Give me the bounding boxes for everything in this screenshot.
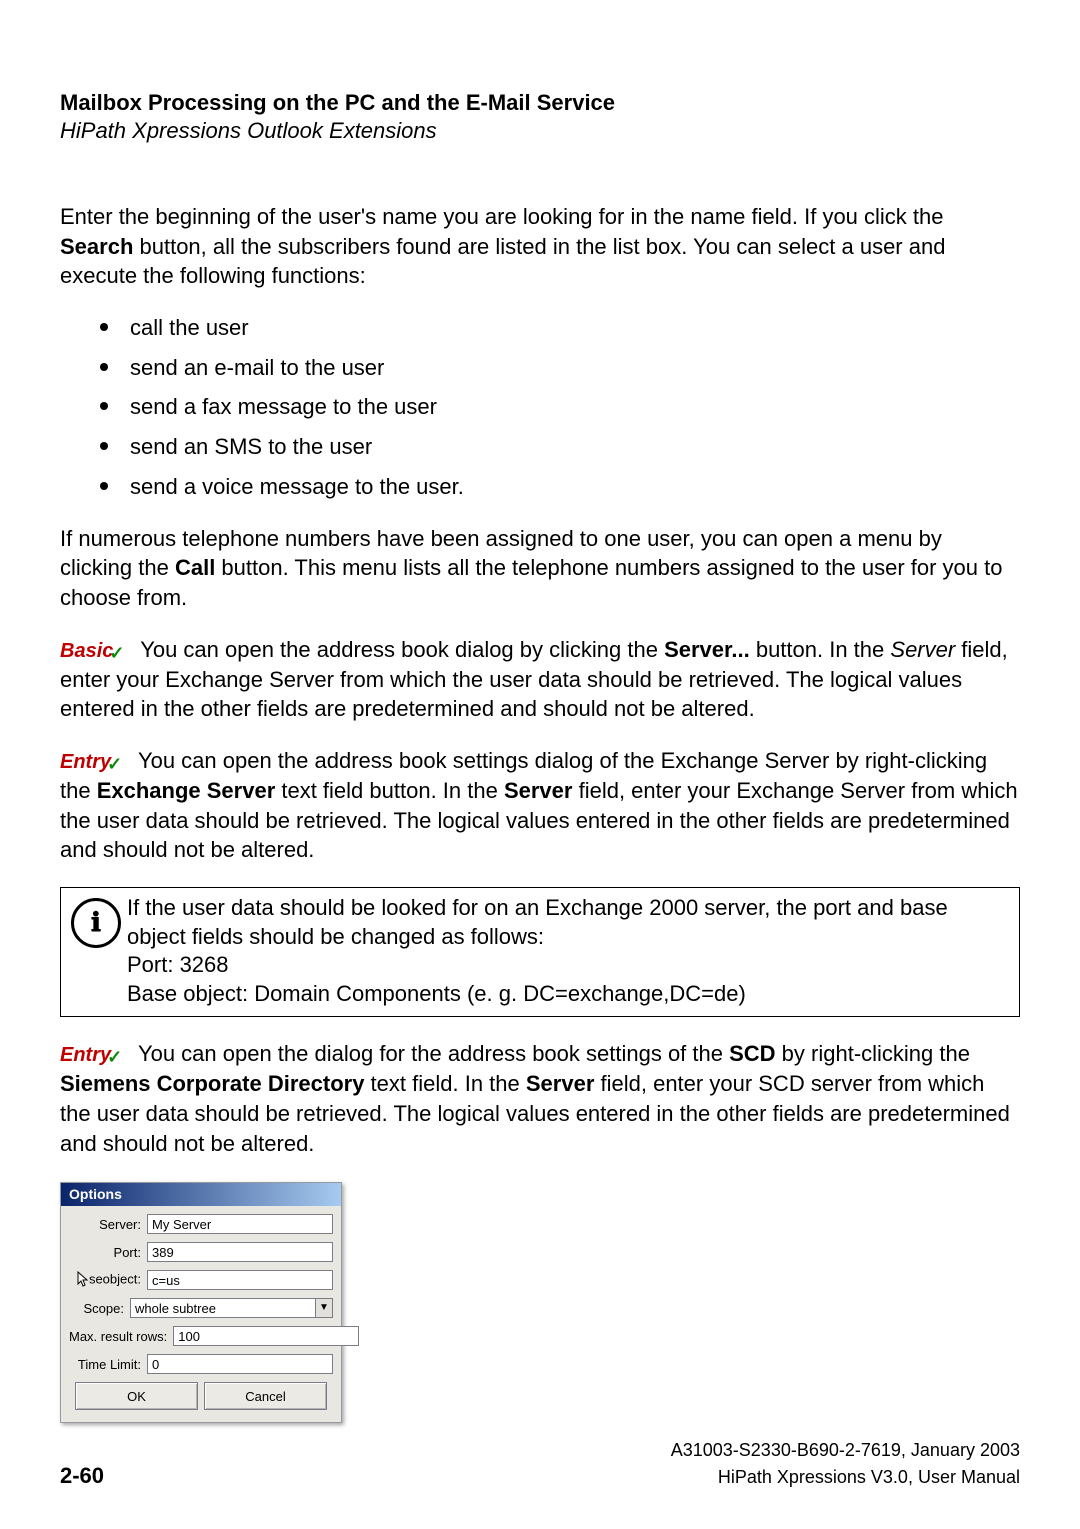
- call-paragraph: If numerous telephone numbers have been …: [60, 524, 1020, 613]
- text: You can open the address book dialog by …: [140, 637, 664, 662]
- list-item: send an SMS to the user: [60, 432, 1020, 462]
- text: by right-clicking the: [776, 1041, 970, 1066]
- check-icon: ✓: [107, 1047, 122, 1067]
- port-input[interactable]: [147, 1242, 333, 1262]
- text: button. In the: [750, 637, 891, 662]
- note-line: Base object: Domain Components (e. g. DC…: [127, 980, 1009, 1009]
- chevron-down-icon[interactable]: ▼: [315, 1298, 333, 1318]
- note-line: Port: 3268: [127, 951, 1009, 980]
- italic-server: Server: [890, 637, 955, 662]
- server-label: Server:: [69, 1217, 147, 1232]
- list-item: send an e-mail to the user: [60, 353, 1020, 383]
- section-heading: Mailbox Processing on the PC and the E-M…: [60, 90, 1020, 116]
- bold-scd-dir: Siemens Corporate Directory: [60, 1071, 364, 1096]
- page-number: 2-60: [60, 1463, 104, 1489]
- page-footer: A31003-S2330-B690-2-7619, January 2003 2…: [60, 1440, 1020, 1489]
- list-item: send a voice message to the user.: [60, 472, 1020, 502]
- maxrows-input[interactable]: [173, 1326, 359, 1346]
- text: Enter the beginning of the user's name y…: [60, 204, 944, 229]
- basic-paragraph: Basic✓ You can open the address book dia…: [60, 635, 1020, 724]
- dialog-title: Options: [61, 1183, 341, 1206]
- bold-search: Search: [60, 234, 133, 259]
- entry-paragraph-1: Entry✓ You can open the address book set…: [60, 746, 1020, 865]
- server-input[interactable]: [147, 1214, 333, 1234]
- bold-server-field: Server: [504, 778, 573, 803]
- check-icon: ✓: [109, 643, 124, 663]
- baseobject-label-text: seobject:: [89, 1272, 141, 1287]
- scope-select[interactable]: ▼: [130, 1298, 333, 1318]
- text: text field. In the: [364, 1071, 525, 1096]
- note-line: If the user data should be looked for on…: [127, 894, 1009, 951]
- entry-tag-icon: Entry✓: [60, 1042, 126, 1069]
- section-subheading: HiPath Xpressions Outlook Extensions: [60, 118, 1020, 144]
- text: button, all the subscribers found are li…: [60, 234, 945, 289]
- basic-tag-icon: Basic✓: [60, 638, 128, 665]
- bold-exchange-server: Exchange Server: [97, 778, 276, 803]
- baseobject-input[interactable]: [147, 1270, 333, 1290]
- bold-server-field: Server: [526, 1071, 595, 1096]
- tag-label: Entry: [60, 751, 111, 773]
- footer-ref: A31003-S2330-B690-2-7619, January 2003: [60, 1440, 1020, 1461]
- scope-value[interactable]: [130, 1298, 315, 1318]
- maxrows-label: Max. result rows:: [69, 1329, 173, 1344]
- timelimit-input[interactable]: [147, 1354, 333, 1374]
- list-item: send a fax message to the user: [60, 392, 1020, 422]
- ok-button[interactable]: OK: [75, 1382, 198, 1410]
- text: text field button. In the: [275, 778, 504, 803]
- check-icon: ✓: [107, 754, 122, 774]
- bold-call: Call: [175, 555, 215, 580]
- footer-manual: HiPath Xpressions V3.0, User Manual: [718, 1467, 1020, 1488]
- info-note: ℹ︎ If the user data should be looked for…: [60, 887, 1020, 1017]
- bold-server-btn: Server...: [664, 637, 750, 662]
- tag-label: Basic: [60, 640, 113, 662]
- scope-label: Scope:: [69, 1301, 130, 1316]
- text: You can open the dialog for the address …: [138, 1041, 729, 1066]
- entry-paragraph-2: Entry✓ You can open the dialog for the a…: [60, 1039, 1020, 1158]
- timelimit-label: Time Limit:: [69, 1357, 147, 1372]
- options-dialog: Options Server: Port: seobject: Scope:: [60, 1182, 342, 1423]
- bold-scd: SCD: [729, 1041, 775, 1066]
- list-item: call the user: [60, 313, 1020, 343]
- entry-tag-icon: Entry✓: [60, 749, 126, 776]
- cancel-button[interactable]: Cancel: [204, 1382, 327, 1410]
- info-icon: ℹ︎: [71, 894, 127, 948]
- port-label: Port:: [69, 1245, 147, 1260]
- intro-paragraph: Enter the beginning of the user's name y…: [60, 202, 1020, 291]
- function-list: call the user send an e-mail to the user…: [60, 313, 1020, 501]
- baseobject-label: seobject:: [69, 1271, 147, 1289]
- tag-label: Entry: [60, 1044, 111, 1066]
